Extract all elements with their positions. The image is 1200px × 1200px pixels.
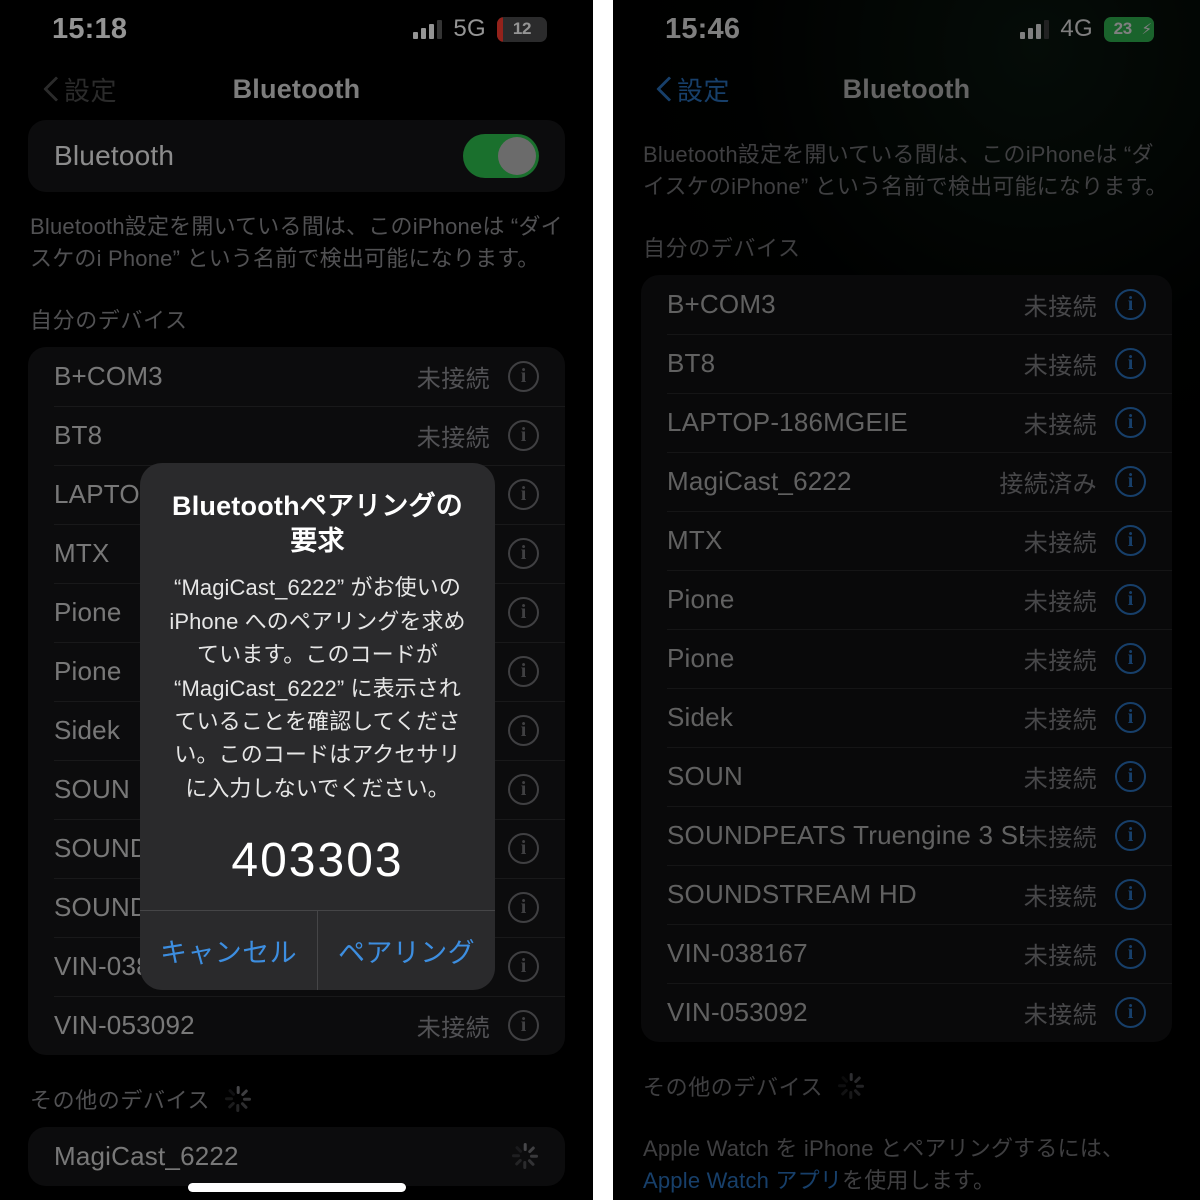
- pair-button[interactable]: ペアリング: [317, 911, 495, 991]
- bluetooth-pairing-alert: Bluetoothペアリングの要求 “MagiCast_6222” がお使いの …: [140, 463, 495, 991]
- alert-body: Bluetoothペアリングの要求 “MagiCast_6222” がお使いの …: [140, 463, 495, 910]
- home-indicator[interactable]: [187, 1183, 406, 1192]
- alert-message: “MagiCast_6222” がお使いの iPhone へのペアリングを求めて…: [169, 575, 466, 801]
- alert-title: Bluetoothペアリングの要求: [172, 491, 463, 557]
- phone-screenshot-left: 15:18 5G 12 設定 Bluetooth Bluetooth Bluet…: [0, 0, 593, 1200]
- phone-screenshot-right: 15:46 4G 23 ⚡ 設定 Bluetooth: [613, 0, 1200, 1200]
- panel-gutter: [593, 0, 613, 1200]
- cancel-button[interactable]: キャンセル: [140, 911, 317, 990]
- right-alert-backdrop: [613, 0, 1200, 1200]
- alert-actions: キャンセル ペアリング: [140, 910, 495, 991]
- right-screen: 15:46 4G 23 ⚡ 設定 Bluetooth: [613, 0, 1200, 1200]
- left-screen: 15:18 5G 12 設定 Bluetooth Bluetooth Bluet…: [0, 0, 593, 1200]
- screenshot-stage: 15:18 5G 12 設定 Bluetooth Bluetooth Bluet…: [0, 0, 1200, 1200]
- pairing-code: 403303: [231, 834, 404, 888]
